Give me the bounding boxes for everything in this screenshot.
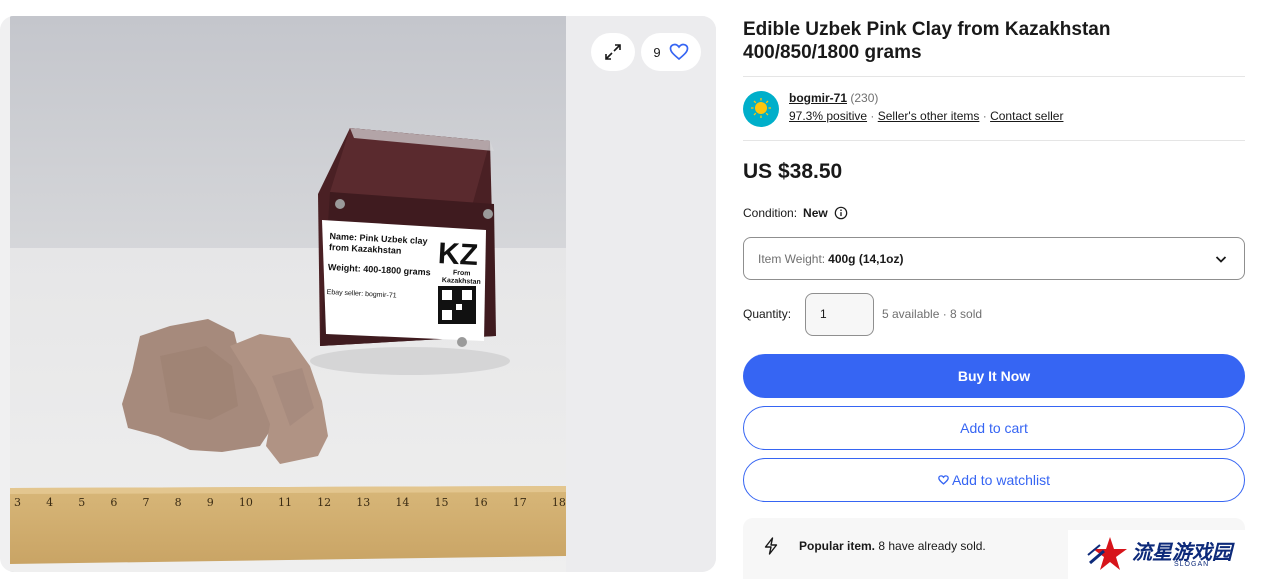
seller-name-link[interactable]: bogmir-71 <box>789 91 847 105</box>
quantity-label: Quantity: <box>743 307 792 321</box>
label-from: From Kazakhstan <box>442 269 482 287</box>
ruler-number: 11 <box>278 496 292 509</box>
ruler-number: 16 <box>473 496 488 509</box>
listing-title: Edible Uzbek Pink Clay from Kazakhstan 4… <box>743 19 1111 63</box>
seller-avatar[interactable] <box>743 91 779 127</box>
ruler-number: 9 <box>206 496 214 509</box>
ruler-number: 4 <box>46 496 54 509</box>
ruler-number: 15 <box>434 496 449 509</box>
seller-positive-link[interactable]: 97.3% positive <box>789 109 867 123</box>
heart-icon <box>938 475 949 485</box>
lightning-icon <box>764 537 778 555</box>
contact-seller-link[interactable]: Contact seller <box>990 109 1063 123</box>
add-to-cart-button[interactable]: Add to cart <box>743 406 1245 450</box>
chevron-down-icon <box>1215 255 1227 263</box>
ruler-number: 5 <box>78 496 86 509</box>
quantity-input[interactable]: 1 <box>805 293 874 336</box>
popular-item-text: Popular item. 8 have already sold. <box>799 539 986 553</box>
add-to-watchlist-button[interactable]: Add to watchlist <box>743 458 1245 502</box>
popular-item-detail: 8 have already sold. <box>878 539 986 553</box>
expand-arrows-icon <box>605 44 621 60</box>
item-weight-select[interactable]: Item Weight: 400g (14,1oz) <box>743 237 1245 280</box>
kazakhstan-flag-icon <box>743 91 779 127</box>
ruler-number: 10 <box>238 496 253 509</box>
expand-image-button[interactable] <box>591 33 635 71</box>
ruler-number: 6 <box>110 496 118 509</box>
watermark-subtext: SLOGAN <box>1174 561 1210 568</box>
ruler-number: 8 <box>174 496 182 509</box>
condition-value: New <box>803 206 828 220</box>
watch-count: 9 <box>653 44 661 60</box>
ruler-number: 14 <box>395 496 410 509</box>
label-country-code: KZ <box>437 236 479 273</box>
product-photo-drawing <box>10 16 566 572</box>
ruler-number: 17 <box>512 496 527 509</box>
condition-label: Condition: <box>743 206 798 220</box>
add-to-watchlist-label: Add to watchlist <box>951 472 1051 488</box>
seller-other-items-link[interactable]: Seller's other items <box>878 109 980 123</box>
ruler-number: 7 <box>142 496 150 509</box>
quantity-availability: 5 available · 8 sold <box>882 307 983 321</box>
watermark-star-icon <box>1087 537 1127 570</box>
divider <box>743 140 1245 141</box>
ruler-numbers: 3 4 5 6 7 8 9 10 11 12 13 14 15 16 17 18 <box>14 496 566 509</box>
watch-count-button[interactable]: 9 <box>641 33 701 71</box>
image-gallery: Name: Pink Uzbek clay from Kazakhstan We… <box>0 16 716 572</box>
info-icon[interactable] <box>834 206 848 220</box>
photo-label-text: Name: Pink Uzbek clay from Kazakhstan We… <box>326 231 444 304</box>
seller-links-line: 97.3% positive · Seller's other items · … <box>789 109 1063 124</box>
watermark: 流星游戏园 SLOGAN <box>1068 530 1258 579</box>
seller-name-line: bogmir-71 (230) <box>789 91 878 106</box>
condition-row: Condition: New <box>743 206 848 220</box>
seller-feedback-count: (230) <box>850 91 879 105</box>
separator: · <box>870 109 875 123</box>
ruler-number: 12 <box>317 496 332 509</box>
buy-it-now-button[interactable]: Buy It Now <box>743 354 1245 398</box>
heart-icon <box>669 43 688 61</box>
separator: · <box>982 109 987 123</box>
item-weight-label: Item Weight: <box>758 251 826 266</box>
item-weight-value: 400g (14,1oz) <box>828 251 904 266</box>
popular-item-label: Popular item. <box>799 539 876 553</box>
ruler-number: 18 <box>551 496 566 509</box>
divider <box>743 76 1245 77</box>
label-weight: Weight: 400-1800 grams <box>327 261 431 278</box>
listing-panel: Edible Uzbek Pink Clay from Kazakhstan 4… <box>743 0 1245 579</box>
product-photo[interactable]: Name: Pink Uzbek clay from Kazakhstan We… <box>10 16 566 572</box>
ruler-number: 3 <box>14 496 21 509</box>
price: US $38.50 <box>743 160 843 183</box>
ruler-number: 13 <box>356 496 371 509</box>
gallery-side-area <box>566 16 716 572</box>
